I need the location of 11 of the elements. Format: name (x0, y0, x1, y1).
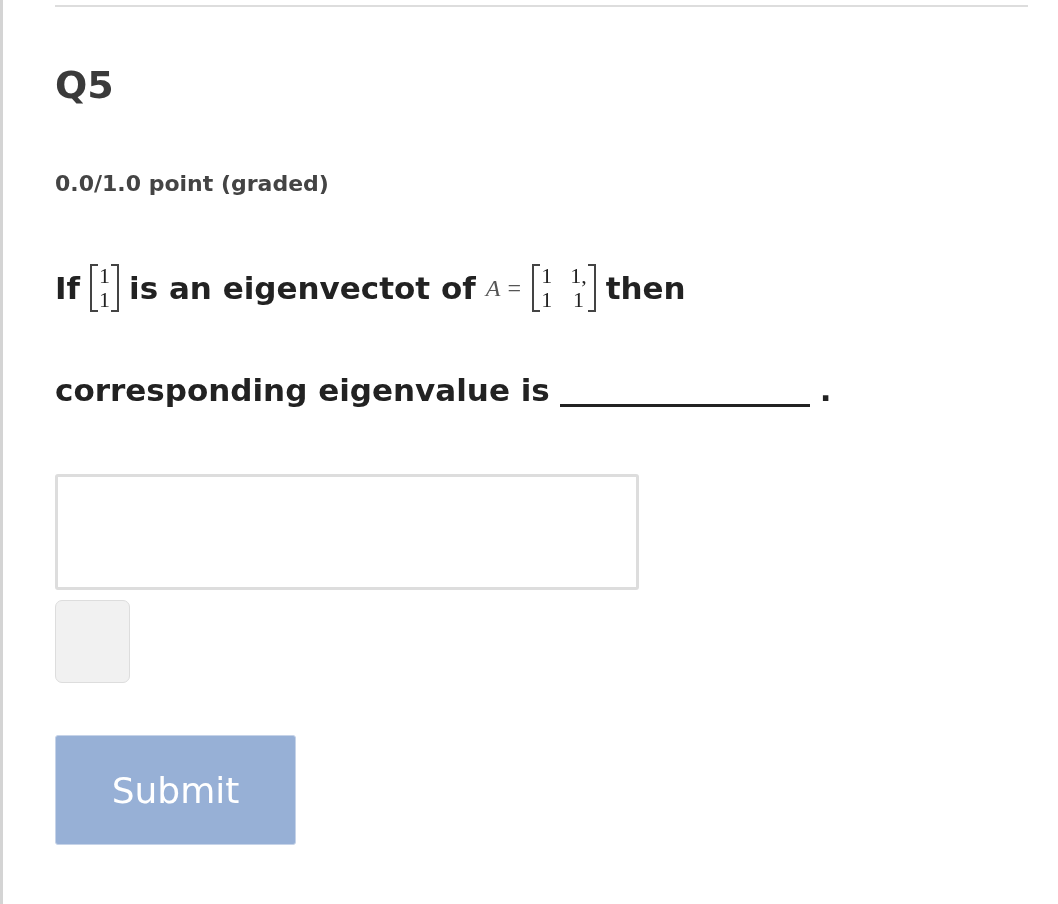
matrix: 1 1 (90, 264, 120, 312)
answer-field[interactable] (55, 474, 639, 590)
question-text: then (605, 270, 686, 306)
question-text: If (55, 270, 81, 306)
question-text: corresponding eigenvalue is (55, 372, 550, 408)
math-expression: A = (485, 274, 523, 302)
question-title: Q5 (55, 63, 114, 107)
matrix: 1 1, 1 1 (532, 264, 596, 312)
points-label: 0.0/1.0 point (graded) (55, 171, 329, 196)
question-text: is an eigenvectot of (129, 270, 476, 306)
question-text: . (819, 372, 832, 408)
